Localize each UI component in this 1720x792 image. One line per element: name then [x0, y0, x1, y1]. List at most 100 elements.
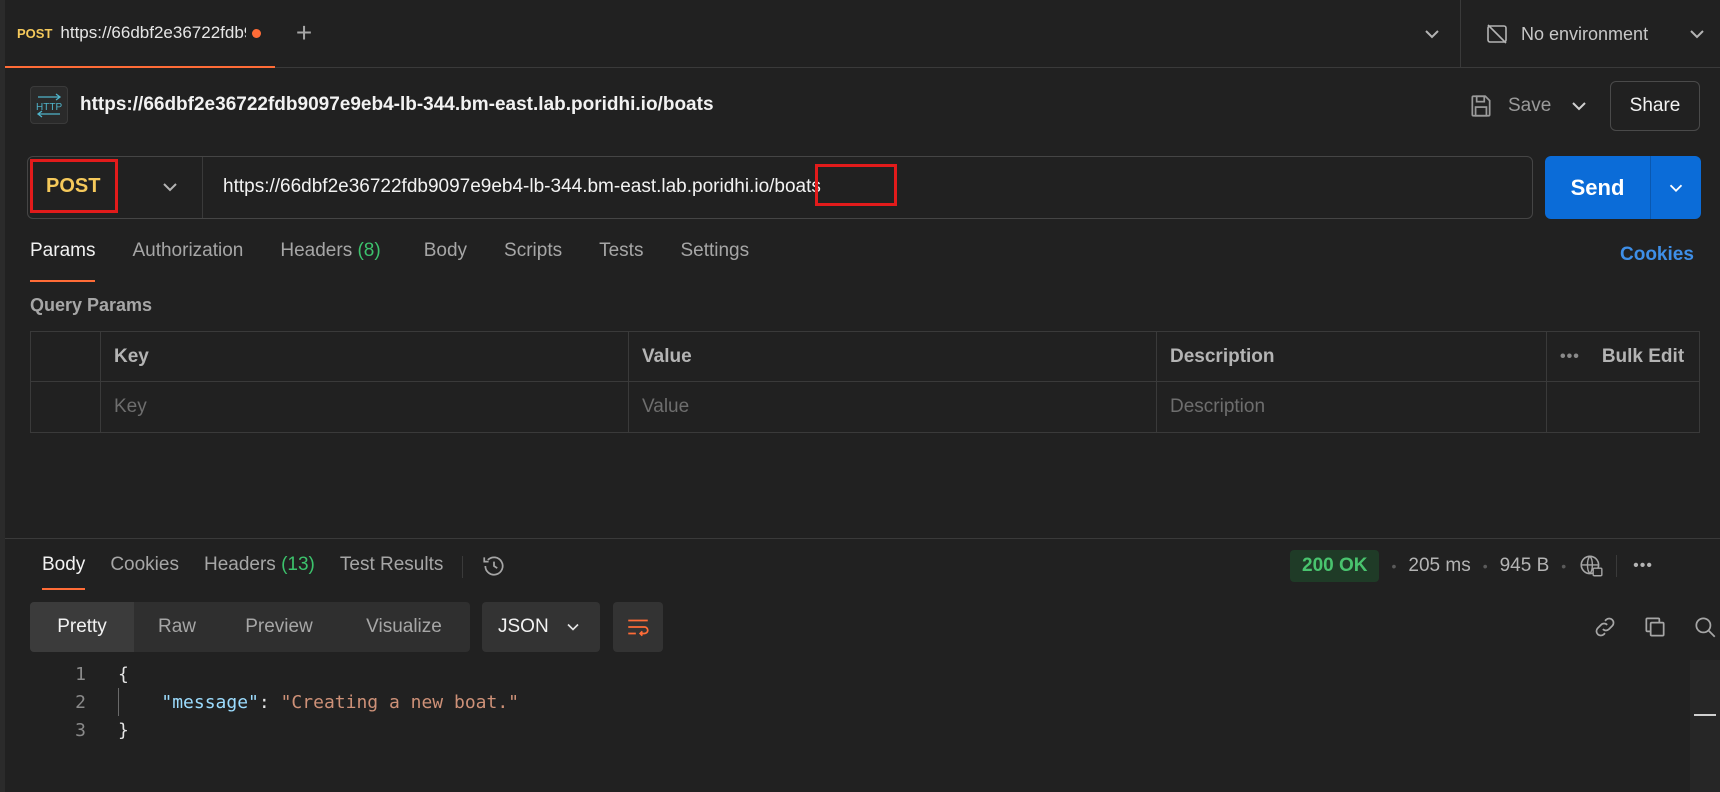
language-select[interactable]: JSON — [482, 602, 600, 652]
history-icon[interactable] — [481, 553, 507, 579]
tab-body-label: Body — [423, 240, 468, 261]
status-badge[interactable]: 200 OK — [1290, 550, 1380, 582]
format-options: Pretty Raw Preview Visualize — [30, 602, 470, 652]
status-separator-dot: • — [1561, 558, 1567, 574]
response-tab-cookies[interactable]: Cookies — [110, 554, 179, 590]
format-visualize[interactable]: Visualize — [338, 602, 470, 652]
key-column-header: Key — [101, 332, 629, 382]
cookies-link[interactable]: Cookies — [1620, 244, 1694, 266]
tab-body[interactable]: Body — [424, 240, 467, 282]
share-button[interactable]: Share — [1610, 81, 1700, 131]
tab-settings-label: Settings — [680, 240, 750, 261]
language-chevron-icon — [567, 623, 579, 631]
response-tab-headers[interactable]: Headers (13) — [204, 554, 315, 590]
environment-selector[interactable]: No environment — [1485, 0, 1648, 68]
line-number: 2 — [75, 691, 86, 713]
tab-params-label: Params — [30, 240, 96, 261]
format-raw-label: Raw — [157, 616, 196, 637]
save-button[interactable]: Save — [1468, 88, 1551, 124]
format-raw[interactable]: Raw — [134, 602, 220, 652]
search-icon[interactable] — [1692, 614, 1718, 640]
format-pretty[interactable]: Pretty — [30, 602, 134, 652]
bulk-edit-button[interactable]: ••• Bulk Edit — [1547, 332, 1699, 382]
code-line: 1 { — [30, 660, 1690, 688]
tab-settings[interactable]: Settings — [680, 240, 749, 282]
response-code-viewer[interactable]: 1 { 2 "message": "Creating a new boat." … — [30, 660, 1690, 744]
tab-tests[interactable]: Tests — [599, 240, 643, 282]
save-icon — [1471, 95, 1491, 117]
value-input[interactable]: Value — [629, 382, 1157, 432]
response-tabs-separator — [462, 556, 464, 578]
indent-guide — [118, 688, 119, 716]
format-pretty-label: Pretty — [57, 616, 107, 637]
unsaved-dot-icon — [252, 28, 262, 38]
value-column-header: Value — [629, 332, 1157, 382]
request-tab[interactable]: POST https://66dbf2e36722fdb9097e9eb4-lb… — [5, 0, 275, 68]
tab-headers-label: Headers — [280, 240, 353, 261]
tab-params[interactable]: Params — [30, 240, 96, 282]
wrap-lines-button[interactable] — [613, 602, 663, 652]
response-tab-headers-label: Headers — [203, 554, 276, 575]
url-path: /boats — [769, 176, 821, 197]
tab-scripts-label: Scripts — [504, 240, 563, 261]
description-input[interactable]: Description — [1157, 382, 1547, 432]
line-number: 3 — [75, 719, 86, 741]
method-chevron-icon — [163, 183, 177, 192]
save-options-chevron-icon[interactable] — [1567, 94, 1591, 118]
code-line: 3 } — [30, 716, 1690, 744]
response-tabs: Body Cookies Headers (13) Test Results — [42, 554, 507, 590]
copy-icon[interactable] — [1642, 614, 1668, 640]
tab-authorization[interactable]: Authorization — [132, 240, 243, 282]
code-line: 2 "message": "Creating a new boat." — [30, 688, 1690, 716]
response-size[interactable]: 945 B — [1500, 555, 1550, 577]
language-select-label: JSON — [498, 616, 549, 637]
tab-title: https://66dbf2e36722fdb9097e9eb4-lb-344.… — [60, 23, 246, 42]
response-tab-test-results[interactable]: Test Results — [340, 554, 443, 590]
link-icon[interactable] — [1592, 614, 1618, 640]
url-input[interactable]: https://66dbf2e36722fdb9097e9eb4-lb-344.… — [223, 176, 821, 198]
http-icon: HTTP — [30, 86, 68, 124]
status-separator-dot: • — [1482, 558, 1488, 574]
response-time[interactable]: 205 ms — [1408, 555, 1470, 577]
more-options-icon[interactable]: ••• — [1560, 348, 1580, 366]
format-preview-label: Preview — [245, 616, 313, 637]
scrollbar-position-marker — [1694, 714, 1716, 716]
description-column-header: Description — [1157, 332, 1547, 382]
wrap-lines-icon — [628, 619, 649, 637]
response-divider[interactable] — [5, 538, 1720, 539]
response-tab-body[interactable]: Body — [42, 554, 86, 590]
left-edge — [0, 0, 5, 792]
line-number: 1 — [75, 663, 86, 685]
tab-headers-count: (8) — [357, 240, 381, 261]
response-more-options-icon[interactable]: ••• — [1633, 557, 1653, 575]
response-tab-body-label: Body — [42, 554, 86, 575]
save-label: Save — [1508, 95, 1552, 116]
request-tabs: Params Authorization Headers (8) Body Sc… — [30, 240, 786, 282]
code-text: } — [118, 719, 129, 741]
empty-cell — [1547, 382, 1699, 432]
tab-tests-label: Tests — [599, 240, 644, 261]
query-params-table: Key Value Description ••• Bulk Edit Key … — [30, 331, 1700, 433]
format-preview[interactable]: Preview — [220, 602, 338, 652]
url-bar: POST https://66dbf2e36722fdb9097e9eb4-lb… — [27, 156, 1533, 219]
send-button[interactable]: Send — [1545, 156, 1701, 219]
tabs-dropdown-chevron-icon[interactable] — [1420, 22, 1444, 46]
status-separator-dot: • — [1391, 558, 1397, 574]
request-title: https://66dbf2e36722fdb9097e9eb4-lb-344.… — [80, 94, 714, 115]
tab-method: POST — [17, 25, 53, 41]
response-tab-test-results-label: Test Results — [339, 554, 444, 575]
tab-scripts[interactable]: Scripts — [504, 240, 562, 282]
method-select[interactable]: POST — [28, 157, 203, 218]
row-checkbox-cell — [31, 382, 101, 432]
send-options-chevron-icon[interactable] — [1651, 177, 1701, 199]
environment-chevron-icon[interactable] — [1685, 22, 1709, 46]
svg-text:HTTP: HTTP — [36, 102, 62, 113]
send-label: Send — [1570, 174, 1625, 200]
code-scrollbar[interactable] — [1690, 660, 1720, 792]
network-globe-icon[interactable] — [1578, 553, 1604, 579]
key-input[interactable]: Key — [101, 382, 629, 432]
new-tab-plus-icon[interactable]: + — [290, 19, 318, 48]
table-row: Key Value Description — [31, 382, 1699, 432]
tab-headers[interactable]: Headers (8) — [280, 240, 380, 282]
response-tab-cookies-label: Cookies — [110, 554, 179, 575]
